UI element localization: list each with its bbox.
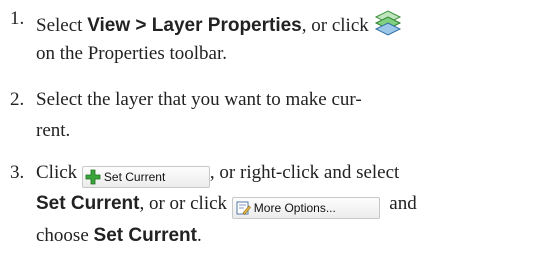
button-label: Set Current: [103, 170, 166, 184]
step-2-line-2: rent.: [36, 120, 71, 141]
step-3-line-1: Click Set Current , or right-click and se…: [36, 162, 399, 188]
step-number: 3.: [10, 162, 25, 183]
more-options-button[interactable]: More Options...: [231, 197, 380, 219]
edit-document-icon: [236, 201, 251, 215]
step-number: 2.: [10, 89, 25, 110]
text: Select: [36, 15, 88, 36]
step-3-line-3: choose Set Current.: [36, 225, 202, 247]
step-3-line-2: Set Current, or or click More Options...…: [36, 193, 417, 219]
green-plus-icon: [85, 169, 101, 185]
step-1-line-2: on the Properties toolbar.: [36, 43, 228, 64]
command-name: Set Current: [93, 225, 197, 246]
set-current-button[interactable]: Set Current: [81, 166, 210, 188]
step-2-line-1: Select the layer that you want to make c…: [36, 89, 362, 110]
text: , or right-click and select: [209, 162, 400, 183]
text: .: [196, 225, 202, 246]
command-name: Set Current: [36, 193, 140, 214]
menu-path: View > Layer Properties: [87, 15, 302, 36]
text: , or or click: [139, 193, 232, 214]
text: , or click: [301, 15, 369, 36]
step-1-line-1: Select View > Layer Properties, or click: [36, 8, 403, 38]
text: and: [389, 193, 417, 214]
button-label: More Options...: [253, 201, 336, 215]
text: choose: [36, 225, 94, 246]
layer-stack-icon[interactable]: [373, 8, 403, 38]
step-number: 1.: [10, 8, 25, 29]
instruction-page: { "steps": [ { "number": "1.", "line1_pr…: [0, 0, 537, 271]
text: Click: [36, 162, 82, 183]
